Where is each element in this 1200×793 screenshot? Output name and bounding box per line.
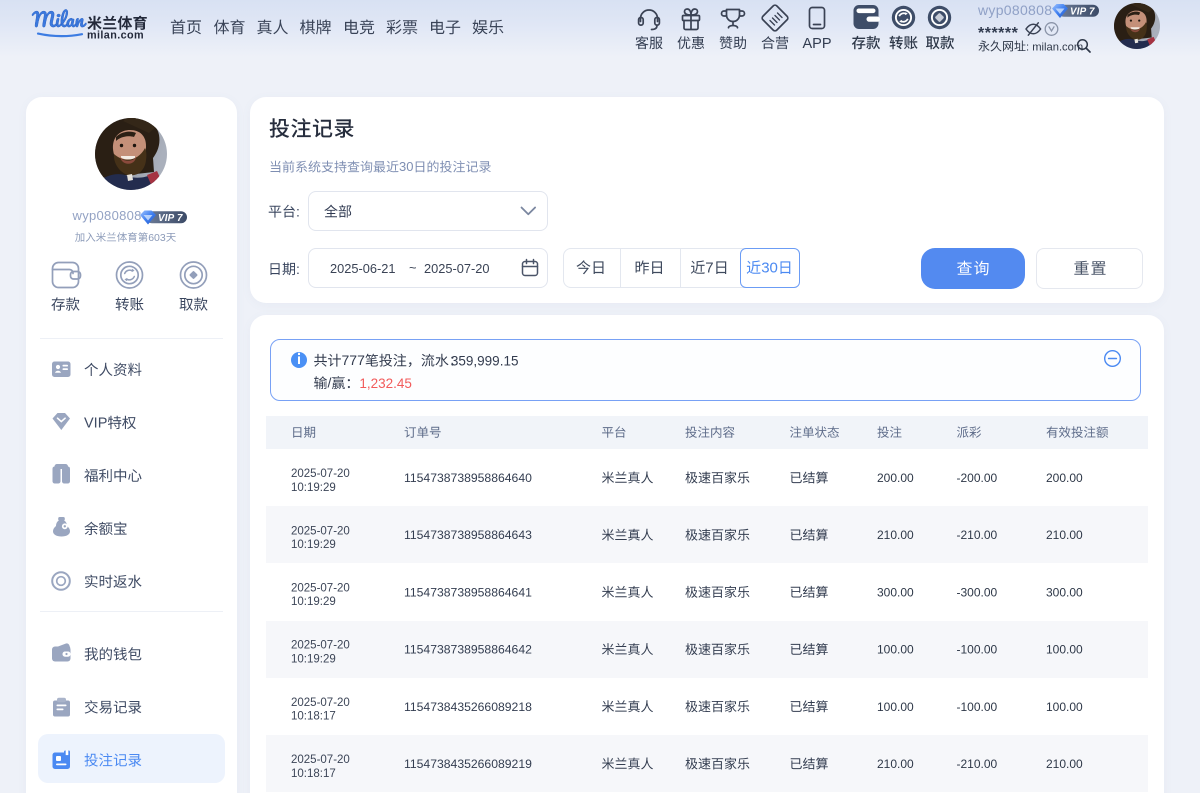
svg-text:1154738738958864643: 1154738738958864643 (404, 528, 532, 542)
svg-text:10:18:17: 10:18:17 (291, 711, 336, 723)
svg-text:2025-07-20: 2025-07-20 (291, 525, 350, 537)
svg-text:210.00: 210.00 (877, 528, 914, 542)
svg-text:100.00: 100.00 (1046, 643, 1083, 657)
svg-text:milan.com: milan.com (87, 30, 144, 42)
svg-text::: : (296, 204, 300, 220)
svg-text:10:19:29: 10:19:29 (291, 539, 336, 551)
svg-text:APP: APP (803, 36, 832, 52)
svg-text:2025-07-20: 2025-07-20 (291, 583, 350, 595)
svg-text:VIP: VIP (84, 415, 107, 431)
svg-text:10:19:29: 10:19:29 (291, 653, 336, 665)
svg-text:10:19:29: 10:19:29 (291, 482, 336, 494)
svg-text:777: 777 (342, 352, 366, 368)
svg-text:1,232.45: 1,232.45 (359, 376, 412, 391)
svg-text:210.00: 210.00 (1046, 528, 1083, 542)
svg-text:7: 7 (705, 260, 713, 277)
svg-text:10:18:17: 10:18:17 (291, 768, 336, 780)
svg-text:-210.00: -210.00 (957, 528, 998, 542)
svg-text:300.00: 300.00 (1046, 585, 1083, 599)
svg-text:2025-07-20: 2025-07-20 (291, 468, 350, 480)
svg-text:/: / (328, 375, 332, 391)
svg-text::: : (296, 261, 300, 277)
svg-text:1154738738958864640: 1154738738958864640 (404, 471, 532, 485)
svg-text:-100.00: -100.00 (957, 643, 998, 657)
svg-text:1154738435266089218: 1154738435266089218 (404, 700, 532, 714)
svg-text:2025-07-20: 2025-07-20 (424, 261, 489, 276)
svg-text:-300.00: -300.00 (957, 585, 998, 599)
svg-text:30: 30 (761, 260, 778, 277)
svg-text:100.00: 100.00 (1046, 700, 1083, 714)
svg-text:210.00: 210.00 (1046, 757, 1083, 771)
svg-text:wyp080808: wyp080808 (977, 2, 1052, 18)
svg-text:30: 30 (399, 159, 413, 174)
svg-text:603: 603 (148, 232, 166, 244)
svg-text:200.00: 200.00 (1046, 471, 1083, 485)
svg-text:2025-06-21: 2025-06-21 (330, 261, 395, 276)
svg-text:-200.00: -200.00 (957, 471, 998, 485)
svg-text:100.00: 100.00 (877, 643, 914, 657)
svg-text:10:19:29: 10:19:29 (291, 596, 336, 608)
svg-text:2025-07-20: 2025-07-20 (291, 697, 350, 709)
svg-text:2025-07-20: 2025-07-20 (291, 754, 350, 766)
svg-text:-100.00: -100.00 (957, 700, 998, 714)
svg-text:359,999.15: 359,999.15 (451, 354, 519, 369)
svg-text:1154738738958864641: 1154738738958864641 (404, 585, 532, 599)
svg-text:2025-07-20: 2025-07-20 (291, 640, 350, 652)
svg-text:300.00: 300.00 (877, 585, 914, 599)
svg-text:-210.00: -210.00 (957, 757, 998, 771)
svg-text:210.00: 210.00 (877, 757, 914, 771)
svg-text:******: ****** (978, 25, 1019, 42)
svg-text:1154738738958864642: 1154738738958864642 (404, 643, 532, 657)
svg-text:~: ~ (409, 260, 416, 275)
svg-text:100.00: 100.00 (877, 700, 914, 714)
svg-text:1154738435266089219: 1154738435266089219 (404, 757, 532, 771)
svg-text:200.00: 200.00 (877, 471, 914, 485)
svg-text:: milan.com: : milan.com (1026, 42, 1083, 54)
svg-text:wyp080808: wyp080808 (72, 208, 142, 223)
